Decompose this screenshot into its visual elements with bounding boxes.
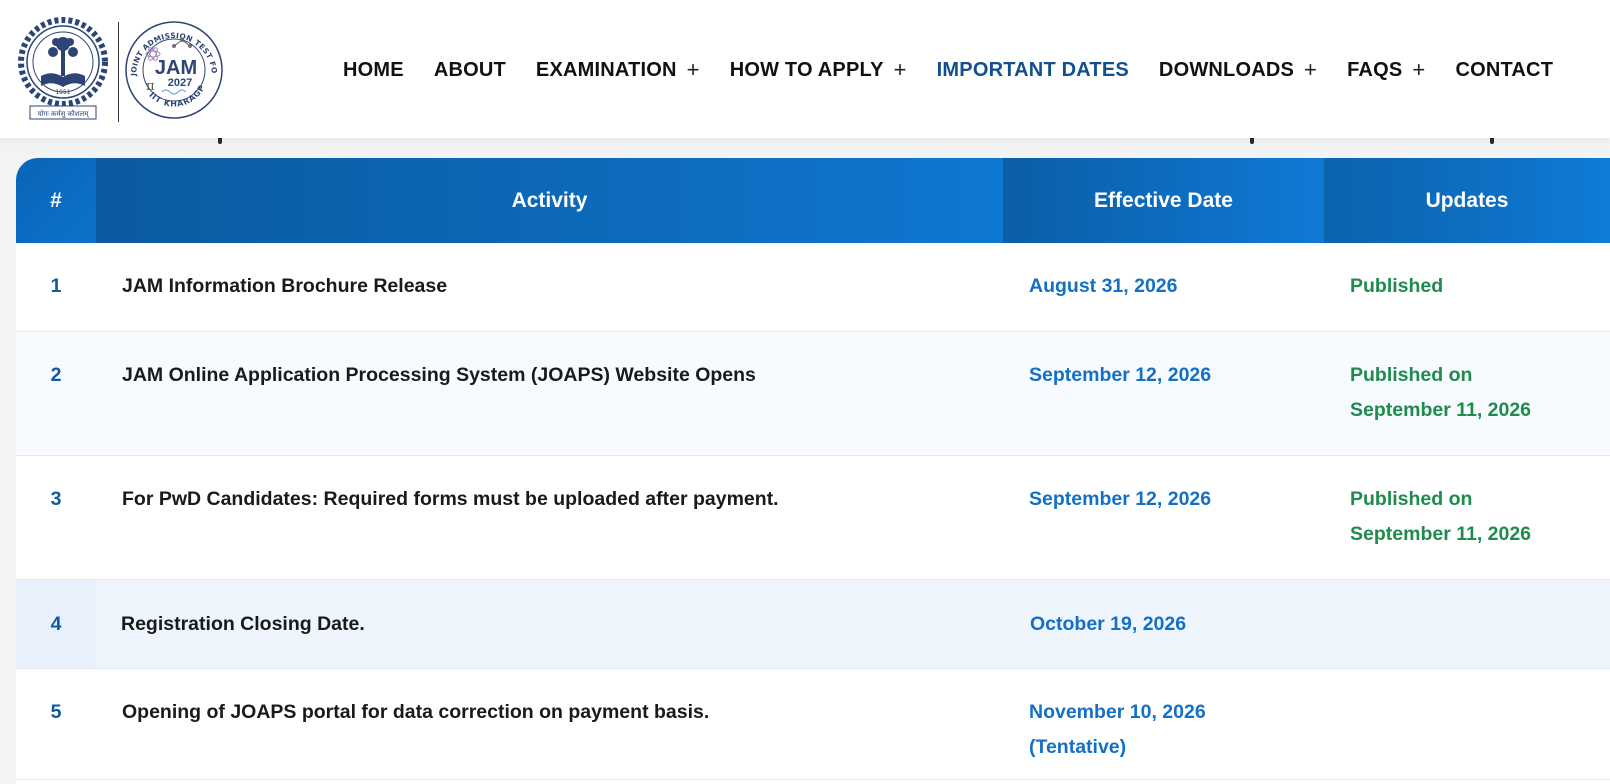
plus-icon[interactable]: + xyxy=(1304,57,1317,83)
row-date: September 12, 2026 xyxy=(1029,364,1212,386)
row-date: September 12, 2026 xyxy=(1029,488,1212,510)
row-update xyxy=(1350,580,1610,607)
table-header-row: # Activity Effective Date Updates xyxy=(16,158,1610,243)
nav-important-dates[interactable]: IMPORTANT DATES xyxy=(937,59,1129,82)
hidden-text-fragment xyxy=(1250,138,1254,144)
row-activity: JAM Information Brochure Release xyxy=(122,275,448,297)
row-update: Published on September 11, 2026 xyxy=(1350,488,1532,545)
row-activity: Registration Closing Date. xyxy=(121,613,365,635)
jam-title: JAM xyxy=(155,57,197,79)
main-nav: HOME ABOUT EXAMINATION + HOW TO APPLY + … xyxy=(343,56,1553,84)
nav-downloads[interactable]: DOWNLOADS + xyxy=(1159,57,1317,83)
row-number: 2 xyxy=(50,364,62,386)
nav-home[interactable]: HOME xyxy=(343,59,404,82)
iit-seal-motto: योगः कर्मसु कौशलम् xyxy=(38,109,90,118)
hidden-text-fragment xyxy=(1490,138,1494,144)
iit-seal-year: 1951 xyxy=(55,89,70,96)
table-row: 5 Opening of JOAPS portal for data corre… xyxy=(16,669,1610,780)
hidden-text-fragment xyxy=(218,138,222,144)
dna-icon xyxy=(161,89,187,95)
row-update: Published xyxy=(1350,275,1444,297)
column-header-updates: Updates xyxy=(1324,158,1610,243)
plus-icon[interactable]: + xyxy=(1412,57,1425,83)
important-dates-table: # Activity Effective Date Updates 1 JAM … xyxy=(16,158,1610,784)
row-number: 5 xyxy=(50,701,62,723)
nav-about[interactable]: ABOUT xyxy=(434,59,506,82)
row-update xyxy=(1350,669,1610,695)
site-header: 1951 योगः कर्मसु कौशलम् JOINT ADMISSION … xyxy=(0,0,1610,138)
row-update: Published on September 11, 2026 xyxy=(1350,364,1532,421)
row-number: 4 xyxy=(50,613,62,635)
row-number: 3 xyxy=(50,488,62,510)
plus-icon[interactable]: + xyxy=(894,57,907,83)
jam-year: 2027 xyxy=(168,77,192,89)
row-activity: For PwD Candidates: Required forms must … xyxy=(122,488,779,510)
column-header-activity: Activity xyxy=(96,158,1003,243)
logo-divider xyxy=(118,22,119,122)
table-row: 3 For PwD Candidates: Required forms mus… xyxy=(16,455,1610,580)
nav-contact[interactable]: CONTACT xyxy=(1455,59,1553,82)
plus-icon[interactable]: + xyxy=(687,57,700,83)
nav-how-to-apply[interactable]: HOW TO APPLY + xyxy=(730,57,907,83)
pi-icon: π xyxy=(146,79,155,94)
table-row: 1 JAM Information Brochure Release Augus… xyxy=(16,243,1610,332)
table-row: 2 JAM Online Application Processing Syst… xyxy=(16,331,1610,456)
column-header-effective-date: Effective Date xyxy=(1003,158,1324,243)
row-date: August 31, 2026 xyxy=(1029,275,1178,297)
jam-2027-logo[interactable]: JOINT ADMISSION TEST FOR MASTERS IIT KHA… xyxy=(122,18,226,122)
row-activity: JAM Online Application Processing System… xyxy=(122,364,756,386)
nav-faqs[interactable]: FAQS + xyxy=(1347,57,1425,83)
table-row: 4 Registration Closing Date. October 19,… xyxy=(16,579,1610,669)
column-header-number: # xyxy=(16,158,96,243)
row-activity: Opening of JOAPS portal for data correct… xyxy=(122,701,710,723)
nav-examination[interactable]: EXAMINATION + xyxy=(536,57,700,83)
iit-kharagpur-logo[interactable]: 1951 योगः कर्मसु कौशलम् xyxy=(16,14,110,122)
row-number: 1 xyxy=(50,275,62,297)
row-date: November 10, 2026 (Tentative) xyxy=(1029,701,1206,758)
row-date: October 19, 2026 xyxy=(1030,613,1187,635)
